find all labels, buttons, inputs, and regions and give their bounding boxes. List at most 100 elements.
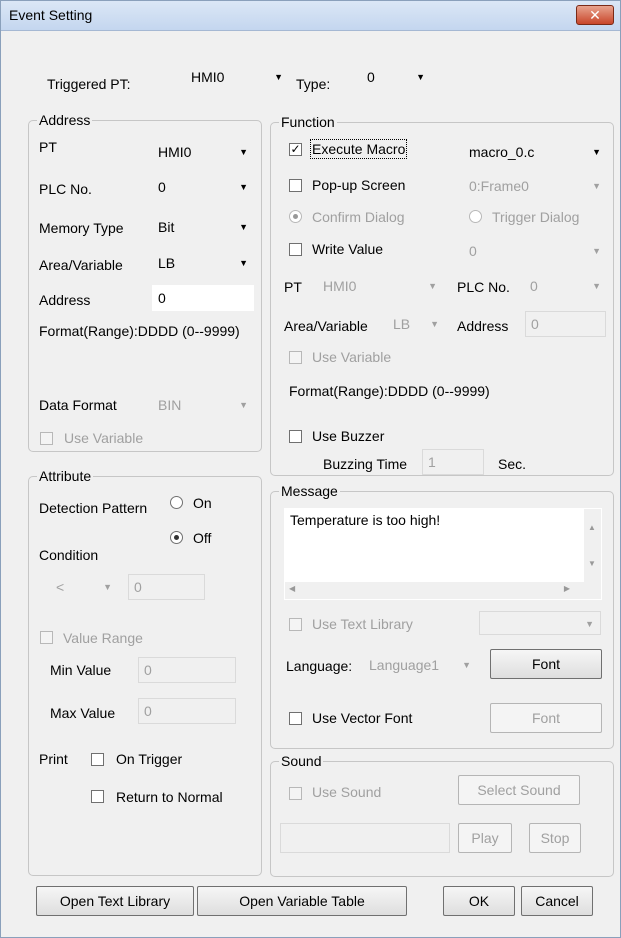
message-horizontal-scrollbar[interactable]: ◀ ▶ xyxy=(285,582,584,599)
write-value-label: Write Value xyxy=(312,241,384,257)
chevron-down-icon: ▼ xyxy=(239,400,248,410)
detection-off-label: Off xyxy=(193,530,212,546)
area-variable-value: LB xyxy=(158,255,176,271)
data-format-select[interactable]: BIN ▼ xyxy=(154,393,254,417)
address-pt-select[interactable]: HMI0 ▼ xyxy=(154,140,254,164)
value-range-label: Value Range xyxy=(63,630,143,646)
use-text-library-checkbox[interactable] xyxy=(289,618,302,631)
buzzing-time-label: Buzzing Time xyxy=(323,456,408,472)
print-on-trigger-checkbox[interactable] xyxy=(91,753,104,766)
function-group-title: Function xyxy=(279,114,337,130)
execute-macro-checkbox[interactable]: ✓ xyxy=(289,143,302,156)
address-input[interactable]: 0 xyxy=(152,285,254,311)
macro-select[interactable]: macro_0.c ▼ xyxy=(465,140,607,164)
close-button[interactable]: ✕ xyxy=(576,5,614,25)
confirm-dialog-radio[interactable] xyxy=(289,210,302,223)
font-button[interactable]: Font xyxy=(490,649,602,679)
text-library-select[interactable]: ▼ xyxy=(479,611,601,635)
function-address-label: Address xyxy=(457,318,509,334)
function-plc-select[interactable]: 0 ▼ xyxy=(526,274,607,298)
attribute-group-title: Attribute xyxy=(37,468,94,484)
function-plc-value: 0 xyxy=(530,278,538,294)
use-sound-label: Use Sound xyxy=(312,784,382,800)
title-bar: Event Setting ✕ xyxy=(1,1,620,31)
popup-screen-select[interactable]: 0:Frame0 ▼ xyxy=(465,174,607,198)
triggered-pt-label: Triggered PT: xyxy=(47,76,131,92)
write-value-checkbox[interactable] xyxy=(289,243,302,256)
trigger-dialog-label: Trigger Dialog xyxy=(492,209,580,225)
stop-button[interactable]: Stop xyxy=(529,823,581,853)
chevron-down-icon: ▼ xyxy=(239,182,248,192)
condition-operator-select[interactable]: < ▼ xyxy=(52,575,118,599)
play-button[interactable]: Play xyxy=(458,823,512,853)
trigger-dialog-radio[interactable] xyxy=(469,210,482,223)
data-format-value: BIN xyxy=(158,397,182,413)
memory-type-select[interactable]: Bit ▼ xyxy=(154,215,254,239)
detection-on-radio[interactable] xyxy=(170,496,183,509)
confirm-dialog-label: Confirm Dialog xyxy=(312,209,405,225)
memory-type-label: Memory Type xyxy=(39,220,124,236)
macro-value: macro_0.c xyxy=(469,144,535,160)
message-vertical-scrollbar[interactable]: ▲ ▼ xyxy=(584,509,601,599)
window-title: Event Setting xyxy=(9,7,93,23)
cancel-button[interactable]: Cancel xyxy=(521,886,593,916)
chevron-down-icon: ▼ xyxy=(239,222,248,232)
max-value-input[interactable]: 0 xyxy=(138,698,236,724)
buzzing-time-input[interactable]: 1 xyxy=(422,449,484,475)
address-plc-label: PLC No. xyxy=(39,181,92,197)
triggered-pt-value: HMI0 xyxy=(191,69,225,85)
address-pt-value: HMI0 xyxy=(158,144,192,160)
condition-operator-value: < xyxy=(56,579,65,595)
min-value-label: Min Value xyxy=(50,662,112,678)
popup-screen-checkbox[interactable] xyxy=(289,179,302,192)
address-label: Address xyxy=(39,292,91,308)
condition-value-input[interactable]: 0 xyxy=(128,574,205,600)
select-sound-button[interactable]: Select Sound xyxy=(458,775,580,805)
chevron-down-icon: ▼ xyxy=(416,72,425,82)
function-format: Format(Range):DDDD (0--9999) xyxy=(289,383,490,399)
area-variable-select[interactable]: LB ▼ xyxy=(154,251,254,275)
chevron-down-icon: ▼ xyxy=(274,72,283,82)
triggered-pt-select[interactable]: HMI0 ▼ xyxy=(187,65,289,89)
chevron-down-icon: ▼ xyxy=(592,281,601,291)
popup-screen-label: Pop-up Screen xyxy=(312,177,406,193)
print-label: Print xyxy=(39,751,68,767)
use-vector-font-checkbox[interactable] xyxy=(289,712,302,725)
chevron-down-icon: ▼ xyxy=(239,147,248,157)
function-address-input[interactable]: 0 xyxy=(525,311,606,337)
function-use-variable-checkbox[interactable] xyxy=(289,351,302,364)
sound-group-title: Sound xyxy=(279,753,324,769)
address-plc-select[interactable]: 0 ▼ xyxy=(154,175,254,199)
memory-type-value: Bit xyxy=(158,219,175,235)
function-pt-value: HMI0 xyxy=(323,278,357,294)
write-value-value: 0 xyxy=(469,243,477,259)
min-value-input[interactable]: 0 xyxy=(138,657,236,683)
use-buzzer-label: Use Buzzer xyxy=(312,428,385,444)
function-pt-select[interactable]: HMI0 ▼ xyxy=(319,274,443,298)
message-text: Temperature is too high! xyxy=(290,512,441,528)
function-area-value: LB xyxy=(393,316,411,332)
address-group-title: Address xyxy=(37,112,93,128)
sound-file-field xyxy=(280,823,450,853)
address-format: Format(Range):DDDD (0--9999) xyxy=(39,323,240,339)
vector-font-button[interactable]: Font xyxy=(490,703,602,733)
message-textarea[interactable]: Temperature is too high! ▲ ▼ ◀ ▶ xyxy=(284,508,602,600)
print-return-normal-checkbox[interactable] xyxy=(91,790,104,803)
write-value-select[interactable]: 0 ▼ xyxy=(465,239,607,263)
function-area-select[interactable]: LB ▼ xyxy=(389,312,445,336)
use-buzzer-checkbox[interactable] xyxy=(289,430,302,443)
value-range-checkbox[interactable] xyxy=(40,631,53,644)
detection-off-radio[interactable] xyxy=(170,531,183,544)
type-select[interactable]: 0 ▼ xyxy=(363,65,431,89)
open-text-library-button[interactable]: Open Text Library xyxy=(36,886,194,916)
use-sound-checkbox[interactable] xyxy=(289,787,302,800)
message-group-title: Message xyxy=(279,483,340,499)
detection-on-label: On xyxy=(193,495,212,511)
language-select[interactable]: Language1 ▼ xyxy=(365,653,477,677)
chevron-down-icon: ▼ xyxy=(592,246,601,256)
address-use-variable-checkbox[interactable] xyxy=(40,432,53,445)
address-pt-label: PT xyxy=(39,139,57,155)
ok-button[interactable]: OK xyxy=(443,886,515,916)
print-return-normal-label: Return to Normal xyxy=(116,789,223,805)
open-variable-table-button[interactable]: Open Variable Table xyxy=(197,886,407,916)
